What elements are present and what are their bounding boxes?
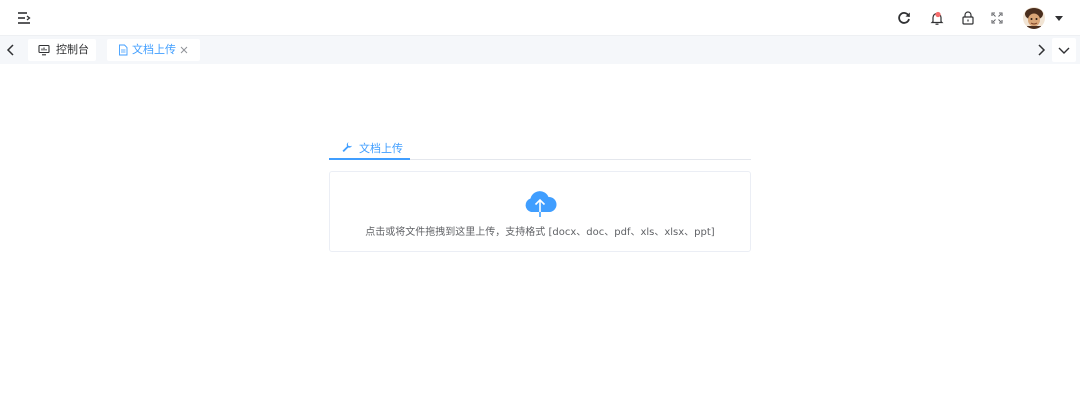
- dashboard-icon: [38, 44, 50, 56]
- hamburger-icon[interactable]: [17, 11, 31, 25]
- tag-label: 文档上传: [132, 43, 176, 56]
- upload-hint-text: 点击或将文件拖拽到这里上传，支持格式 [docx、doc、pdf、xls、xls…: [365, 227, 715, 238]
- tags-bar: 控制台 文档上传: [0, 36, 1080, 64]
- wrench-icon: [342, 142, 352, 152]
- close-icon[interactable]: [179, 45, 189, 55]
- bell-icon[interactable]: [929, 10, 945, 26]
- caret-down-icon[interactable]: [1054, 13, 1064, 23]
- tags-dropdown-button[interactable]: [1052, 38, 1076, 62]
- content-tabs: 文档上传: [329, 137, 751, 160]
- chevron-down-icon: [1058, 47, 1070, 54]
- upload-dropzone[interactable]: 点击或将文件拖拽到这里上传，支持格式 [docx、doc、pdf、xls、xls…: [329, 171, 751, 252]
- tab-document-upload[interactable]: 文档上传: [329, 137, 410, 160]
- chevron-right-icon[interactable]: [1034, 42, 1048, 58]
- document-icon: [119, 44, 128, 56]
- top-header: [0, 0, 1080, 36]
- chevron-left-icon[interactable]: [4, 42, 18, 58]
- fullscreen-icon[interactable]: [989, 10, 1005, 26]
- tag-label: 控制台: [56, 43, 89, 56]
- tab-active-indicator: [329, 158, 410, 160]
- avatar-image: [1023, 7, 1045, 29]
- tab-label: 文档上传: [359, 142, 403, 155]
- tag-dashboard[interactable]: 控制台: [28, 39, 96, 61]
- cloud-upload-icon: [525, 191, 557, 217]
- lock-icon[interactable]: [960, 10, 976, 26]
- refresh-icon[interactable]: [896, 10, 912, 26]
- user-avatar[interactable]: [1023, 7, 1045, 29]
- tag-document-upload[interactable]: 文档上传: [107, 39, 200, 61]
